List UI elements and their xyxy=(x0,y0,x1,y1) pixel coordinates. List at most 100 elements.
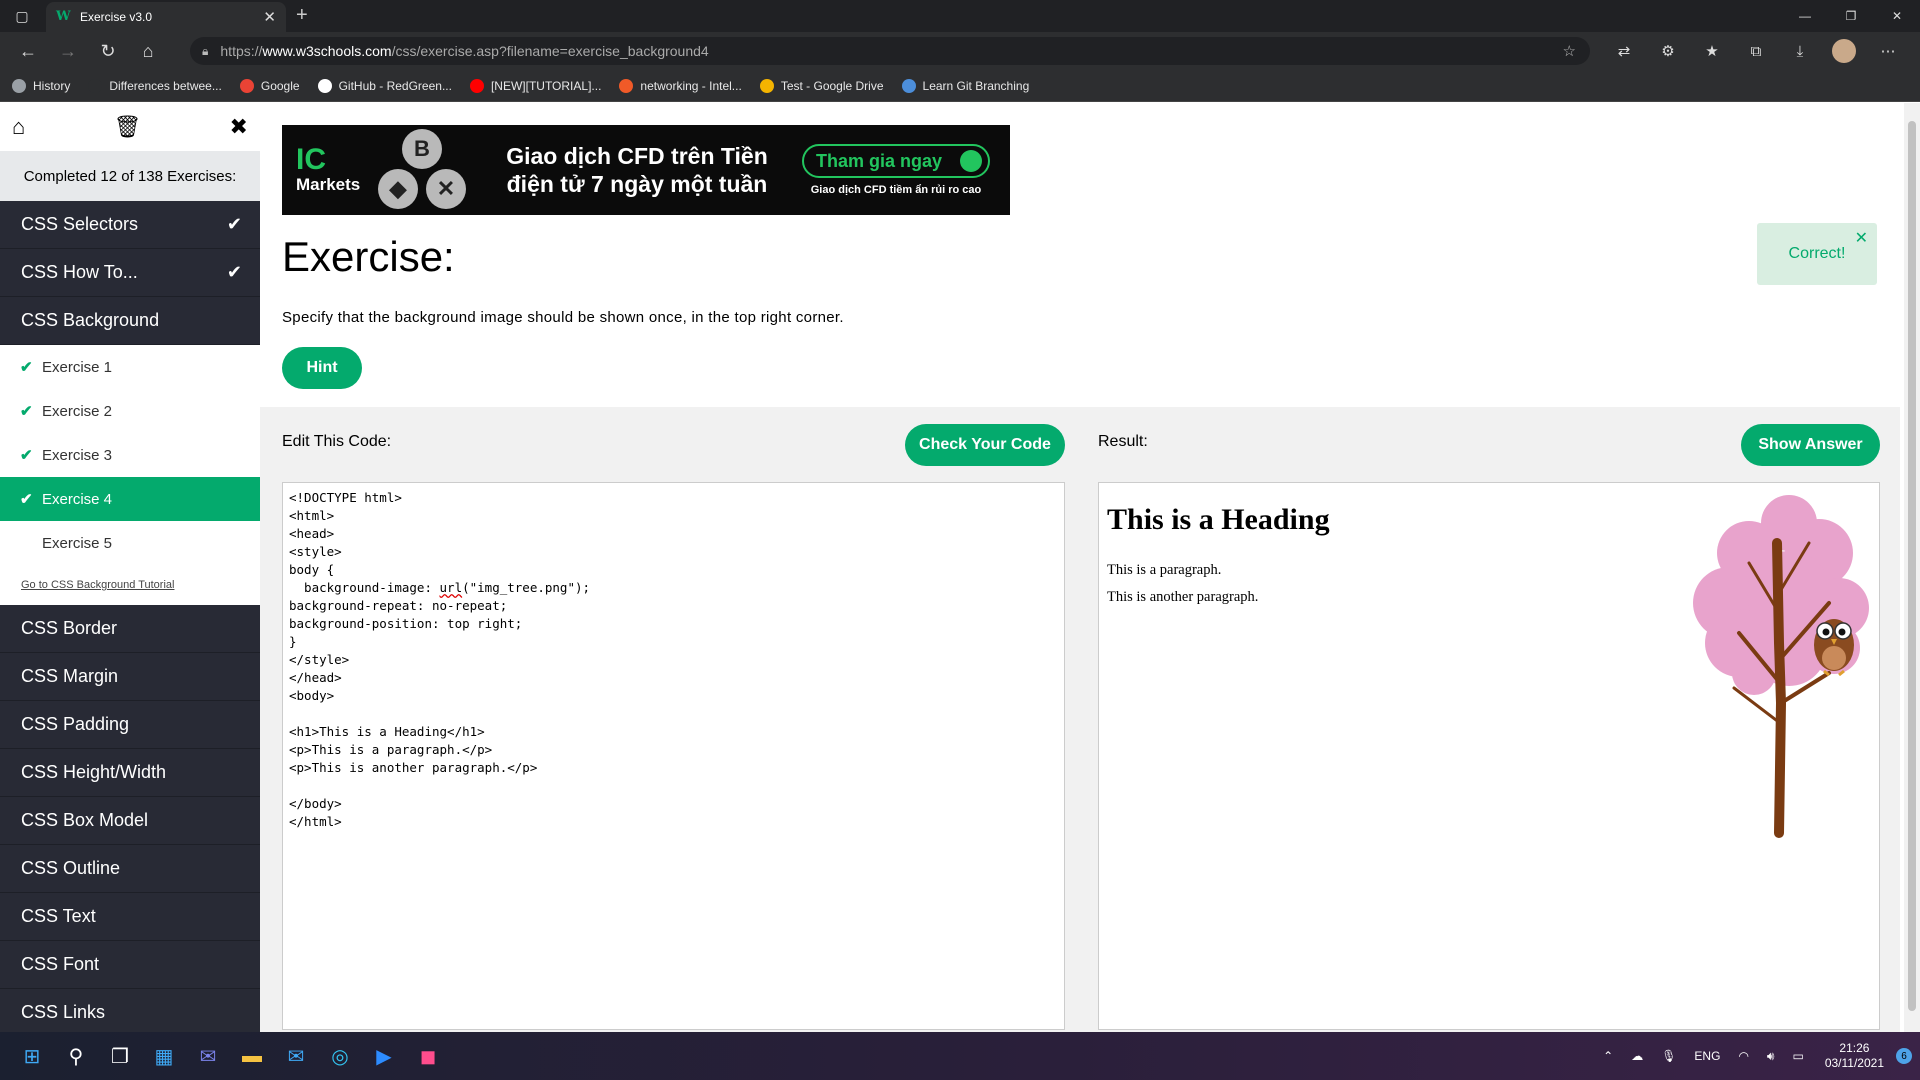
sidebar-item[interactable]: CSS Outline xyxy=(0,845,260,893)
ad-headline: Giao dịch CFD trên Tiền điện tử 7 ngày m… xyxy=(482,142,792,198)
onedrive-icon[interactable]: ☁ xyxy=(1631,1049,1643,1063)
window-menu-icon[interactable]: ▢ xyxy=(0,0,44,32)
ask-icon xyxy=(619,78,634,93)
file-explorer-icon[interactable]: ▬ xyxy=(230,1036,274,1076)
sidebar-item[interactable]: CSS Box Model xyxy=(0,797,260,845)
sidebar-item[interactable]: CSS Padding xyxy=(0,701,260,749)
widgets-icon[interactable]: ▦ xyxy=(142,1036,186,1076)
bookmark-item[interactable]: [NEW][TUTORIAL]... xyxy=(469,78,601,93)
main-content: IC Markets B ◆ ✕ Giao dịch CFD trên Tiền… xyxy=(260,103,1900,1032)
system-tray: ⌃ ☁ 🎙︎ ENG ◠ 🔊︎ ▭ 21:26 03/11/2021 6 xyxy=(1594,1032,1912,1080)
address-bar[interactable]: 🔒︎ https://www.w3schools.com/css/exercis… xyxy=(190,37,1590,65)
close-sidebar-icon[interactable]: ✖ xyxy=(230,114,248,140)
sidebar-item[interactable]: CSS Selectors ✔ xyxy=(0,201,260,249)
mail-icon[interactable]: ✉ xyxy=(274,1036,318,1076)
sidebar-item[interactable]: CSS Height/Width xyxy=(0,749,260,797)
edge-browser-icon[interactable]: ◎ xyxy=(318,1036,362,1076)
new-tab-icon[interactable]: + xyxy=(296,4,308,27)
home-browser-icon[interactable]: ⌂ xyxy=(128,32,168,70)
start-icon[interactable]: ⊞ xyxy=(10,1036,54,1076)
tree-image xyxy=(1693,495,1869,838)
restore-icon[interactable]: ❐ xyxy=(1828,0,1874,32)
bookmark-item[interactable]: Differences betwee... xyxy=(88,78,222,93)
bookmark-item[interactable]: networking - Intel... xyxy=(619,78,742,93)
show-answer-button[interactable]: Show Answer xyxy=(1741,424,1880,466)
wifi-icon[interactable]: ◠ xyxy=(1738,1049,1748,1063)
bookmark-item[interactable]: Google xyxy=(239,78,300,93)
lock-icon[interactable]: 🔒︎ xyxy=(202,44,208,59)
profile-avatar[interactable] xyxy=(1832,39,1856,63)
sidebar-item[interactable]: CSS Background xyxy=(0,297,260,345)
ad-logo-top: IC xyxy=(296,143,326,176)
page-scrollbar[interactable] xyxy=(1904,103,1920,1032)
toast-close-icon[interactable]: ✕ xyxy=(1855,228,1868,248)
tutorial-link[interactable]: Go to CSS Background Tutorial xyxy=(0,565,260,605)
exercise-sidebar: ⌂ 🗑︎ ✖ Completed 12 of 138 Exercises: CS… xyxy=(0,103,260,1032)
close-window-icon[interactable]: ✕ xyxy=(1874,0,1920,32)
ad-headline-line2: điện tử 7 ngày một tuần xyxy=(506,171,768,197)
exercise-link[interactable]: Exercise 5 xyxy=(0,521,260,565)
collections-icon[interactable]: ⧉ xyxy=(1734,43,1778,60)
extensions-icon[interactable]: ⚙ xyxy=(1646,42,1690,60)
advertisement-banner[interactable]: IC Markets B ◆ ✕ Giao dịch CFD trên Tiền… xyxy=(282,125,1010,215)
bookmark-item[interactable]: History xyxy=(12,78,70,93)
notification-badge[interactable]: 6 xyxy=(1896,1048,1912,1064)
completed-check-icon: ✔ xyxy=(226,214,242,234)
bookmark-item[interactable]: Test - Google Drive xyxy=(759,78,884,93)
sidebar-item[interactable]: CSS Font xyxy=(0,941,260,989)
code-editor[interactable]: <!DOCTYPE html> <html> <head> <style> bo… xyxy=(282,482,1065,1030)
exercise-link[interactable]: ✔ Exercise 1 xyxy=(0,345,260,389)
bookmark-label: networking - Intel... xyxy=(640,78,742,93)
refresh-icon[interactable]: ↻ xyxy=(88,32,128,70)
url-text[interactable]: https://www.w3schools.com/css/exercise.a… xyxy=(220,43,1562,59)
bookmark-item[interactable]: GitHub - RedGreen... xyxy=(317,78,452,93)
jetbrains-icon[interactable]: ◼ xyxy=(406,1036,450,1076)
add-favorite-icon[interactable]: ☆ xyxy=(1563,42,1576,60)
ripple-coin-icon: ✕ xyxy=(426,169,466,209)
hint-button[interactable]: Hint xyxy=(282,347,362,389)
bitcoin-coin-icon: B xyxy=(402,129,442,169)
language-indicator[interactable]: ENG xyxy=(1694,1049,1720,1063)
translate-icon[interactable]: ⇄ xyxy=(1602,42,1646,60)
more-menu-icon[interactable]: ⋯ xyxy=(1866,42,1910,60)
forward-icon[interactable]: → xyxy=(48,32,88,70)
battery-icon[interactable]: ▭ xyxy=(1792,1049,1803,1063)
sidebar-item-label: CSS Font xyxy=(21,954,100,974)
drive-icon xyxy=(759,78,774,93)
bookmark-label: Google xyxy=(260,78,300,93)
code-text[interactable]: <!DOCTYPE html> <html> <head> <style> bo… xyxy=(289,489,1058,831)
minimize-icon[interactable]: — xyxy=(1782,0,1828,32)
ad-join-button[interactable]: Tham gia ngay xyxy=(802,144,990,178)
check-code-button[interactable]: Check Your Code xyxy=(905,424,1065,466)
teams-chat-icon[interactable]: ✉ xyxy=(186,1036,230,1076)
exercise-link[interactable]: ✔ Exercise 3 xyxy=(0,433,260,477)
browser-tab[interactable]: W Exercise v3.0 ✕ xyxy=(46,2,286,32)
downloads-icon[interactable]: ⤓ xyxy=(1778,43,1822,60)
scrollbar-thumb[interactable] xyxy=(1908,121,1916,1011)
sidebar-item[interactable]: CSS How To... ✔ xyxy=(0,249,260,297)
task-view-icon[interactable]: ❐ xyxy=(98,1036,142,1076)
exercise-link[interactable]: ✔ Exercise 4 xyxy=(0,477,260,521)
exercise-link[interactable]: ✔ Exercise 2 xyxy=(0,389,260,433)
favorites-icon[interactable]: ★ xyxy=(1690,42,1734,60)
tray-chevron-icon[interactable]: ⌃ xyxy=(1603,1049,1613,1063)
sidebar-item[interactable]: CSS Links xyxy=(0,989,260,1032)
back-icon[interactable]: ← xyxy=(8,32,48,70)
tab-close-icon[interactable]: ✕ xyxy=(263,8,276,26)
volume-icon[interactable]: 🔊︎ xyxy=(1767,1049,1775,1064)
trash-icon[interactable]: 🗑︎ xyxy=(113,114,141,140)
clock[interactable]: 21:26 03/11/2021 xyxy=(1825,1041,1884,1071)
code-url-word: url xyxy=(439,580,463,595)
tab-title: Exercise v3.0 xyxy=(80,10,153,24)
home-icon[interactable]: ⌂ xyxy=(12,114,25,140)
page-title: Exercise: xyxy=(282,233,455,280)
search-icon[interactable]: ⚲ xyxy=(54,1036,98,1076)
sidebar-item[interactable]: CSS Text xyxy=(0,893,260,941)
exercise-sublist: ✔ Exercise 1 ✔ Exercise 2 ✔ Exercise 3 ✔ Exerci… xyxy=(0,345,260,605)
sidebar-item[interactable]: CSS Margin xyxy=(0,653,260,701)
crypto-coins-icon: B ◆ ✕ xyxy=(372,125,482,215)
sidebar-item[interactable]: CSS Border xyxy=(0,605,260,653)
bookmark-item[interactable]: Learn Git Branching xyxy=(901,78,1029,93)
microphone-icon[interactable]: 🎙︎ xyxy=(1661,1049,1676,1063)
zoom-icon[interactable]: ▶ xyxy=(362,1036,406,1076)
